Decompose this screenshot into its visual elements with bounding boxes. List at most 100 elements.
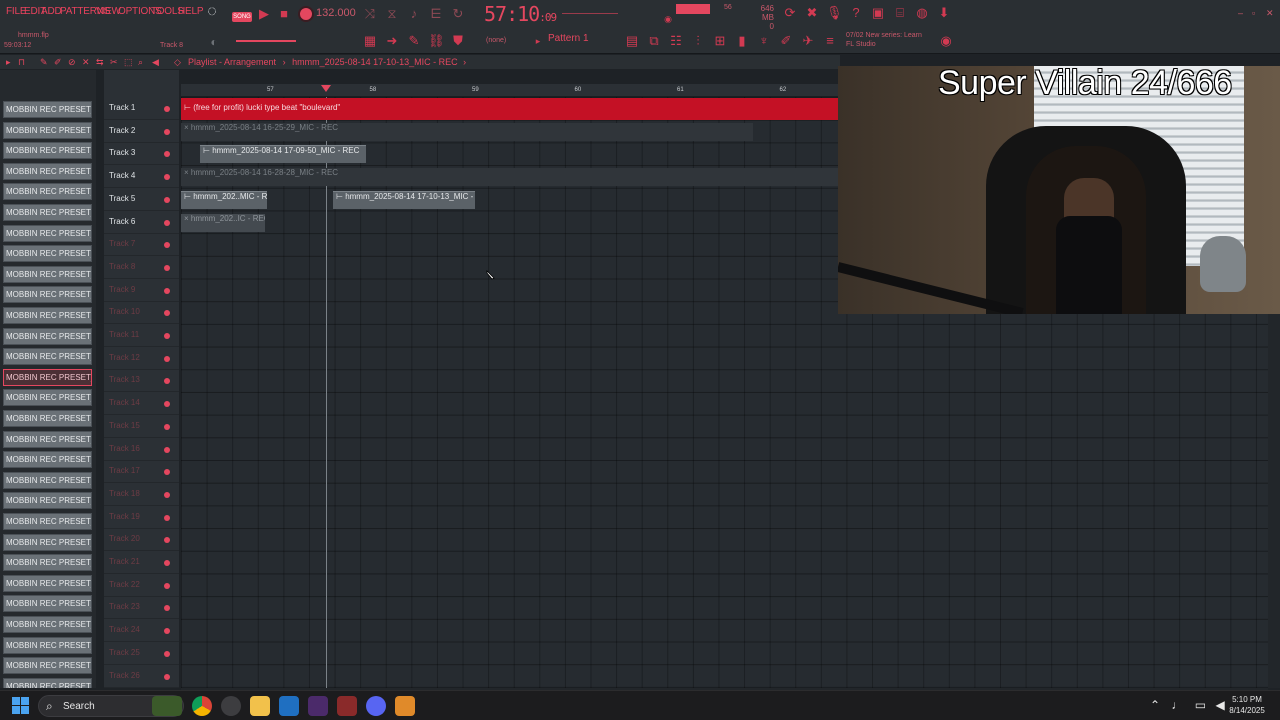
clip-track4[interactable]: × hmmm_2025-08-14 16-28-28_MIC - REC xyxy=(181,168,838,186)
tray-display-icon[interactable]: ▭ xyxy=(1195,698,1206,712)
track-header[interactable]: Track 17 xyxy=(104,461,179,484)
pattern-selector[interactable]: Pattern 1 xyxy=(548,33,606,47)
picker-item[interactable]: MOBBIN REC PRESET_202... xyxy=(3,554,92,572)
picker-item[interactable]: MOBBIN REC PRESET_202... xyxy=(3,636,92,654)
pattern-prev-icon[interactable]: ▸ xyxy=(530,34,546,48)
track-mute-led[interactable] xyxy=(164,128,170,135)
picker-item[interactable]: MOBBIN REC PRESET_202... xyxy=(3,162,92,180)
system-tray[interactable]: ⌃ ♩ ▭ ◀ xyxy=(1150,698,1225,712)
track-mute-led[interactable] xyxy=(164,151,170,158)
track-mute-led[interactable] xyxy=(164,333,170,339)
slice-tool-icon[interactable]: ✂ xyxy=(110,57,118,68)
plug-icon[interactable]: ♆ xyxy=(756,34,772,48)
tray-mic-icon[interactable]: ♩ xyxy=(1171,698,1183,712)
track-header[interactable]: Track 25 xyxy=(104,643,179,665)
track-header[interactable]: Track 12 xyxy=(104,348,179,370)
picker-item[interactable]: MOBBIN REC PRESET_202... xyxy=(3,265,92,283)
discord-icon[interactable] xyxy=(366,696,386,716)
arrow-tool-icon[interactable]: ➜ xyxy=(384,34,400,48)
master-pitch-icon[interactable]: ◉ xyxy=(660,12,676,26)
close-icon[interactable]: ✖ xyxy=(804,6,820,20)
track-mute-led[interactable] xyxy=(164,605,170,612)
taskbar-clock[interactable]: 5:10 PM 8/14/2025 xyxy=(1222,694,1272,716)
track-header[interactable]: Track 4 xyxy=(104,166,179,189)
position-slider[interactable] xyxy=(562,13,618,14)
track-header[interactable]: Track 3 xyxy=(104,143,179,166)
picker-item[interactable]: MOBBIN REC PRESET_202... xyxy=(3,492,92,510)
track-mute-led[interactable] xyxy=(164,446,170,453)
obs-icon[interactable] xyxy=(221,696,241,716)
picker-item[interactable]: MOBBIN REC PRESET_202... xyxy=(3,451,92,469)
track-mute-led[interactable] xyxy=(164,242,170,249)
loop-record-icon[interactable]: ↻ xyxy=(450,7,466,21)
picker-item[interactable]: MOBBIN REC PRESET_202... xyxy=(3,657,92,675)
clip-track5-a[interactable]: ⊢ hmmm_202..MIC - REC xyxy=(181,191,267,209)
track-header[interactable]: Track 8 xyxy=(104,257,179,279)
song-position-display[interactable]: 57:10:09 xyxy=(484,2,557,26)
clip-track6[interactable]: × hmmm_202..IC - REC xyxy=(181,214,265,232)
track-mute-led[interactable] xyxy=(164,355,170,362)
track-header[interactable]: Track 23 xyxy=(104,597,179,620)
picker-item[interactable]: MOBBIN REC PRESET_202... xyxy=(3,616,92,633)
picker-item[interactable]: MOBBIN REC PRESET_202... xyxy=(3,513,92,530)
paint-tool-icon[interactable]: ✐ xyxy=(54,57,62,68)
track-mute-led[interactable] xyxy=(164,582,170,589)
picker-item[interactable]: MOBBIN REC PRESET_202... xyxy=(3,121,92,139)
track-mute-led[interactable] xyxy=(164,287,170,294)
track-mute-led[interactable] xyxy=(164,469,170,476)
save-icon[interactable]: ▣ xyxy=(870,6,886,20)
search-highlight-icon[interactable] xyxy=(152,696,182,716)
track-header[interactable]: Track 7 xyxy=(104,234,179,257)
mute-tool-icon[interactable]: ✕ xyxy=(82,57,90,68)
picker-item[interactable]: MOBBIN REC PRESET_202... xyxy=(3,245,92,263)
undo-history-icon[interactable]: ⟳ xyxy=(782,6,798,20)
faders-icon[interactable]: ⫶ xyxy=(690,34,706,48)
track-header[interactable]: Track 13 xyxy=(104,370,179,393)
menu-add[interactable]: ADD xyxy=(41,6,62,17)
track-header[interactable]: Track 2 xyxy=(104,121,179,143)
track-header[interactable]: Track 14 xyxy=(104,393,179,416)
countdown-icon[interactable]: ♪ xyxy=(406,7,422,21)
window-close-icon[interactable]: ✕ xyxy=(1266,8,1274,19)
metronome-icon[interactable]: ⤨ xyxy=(362,7,378,21)
master-volume-knob-icon[interactable]: ◐ xyxy=(206,35,222,49)
track-mute-led[interactable] xyxy=(164,196,170,203)
track-mute-led[interactable] xyxy=(164,491,170,498)
track-mute-led[interactable] xyxy=(164,673,170,680)
picker-item[interactable]: MOBBIN REC PRESET_202... xyxy=(3,471,92,489)
browser-icon[interactable]: ⊞ xyxy=(712,34,728,48)
track-mute-led[interactable] xyxy=(164,264,170,271)
delete-tool-icon[interactable]: ⊘ xyxy=(68,57,76,68)
picker-item[interactable]: MOBBIN REC PRESET_202... xyxy=(3,307,92,324)
track-mute-led[interactable] xyxy=(164,423,170,430)
link-icon[interactable]: ⛓ xyxy=(428,34,445,48)
clip-track5-b[interactable]: ⊢ hmmm_2025-08-14 17-10-13_MIC - REC xyxy=(333,191,475,209)
track-mute-led[interactable] xyxy=(164,106,170,112)
magnet-icon[interactable]: ⊓ xyxy=(18,57,25,68)
track-header[interactable]: Track 24 xyxy=(104,620,179,643)
picker-item[interactable]: MOBBIN REC PRESET_202... xyxy=(3,574,92,592)
picker-item[interactable]: MOBBIN REC PRESET_202... xyxy=(3,410,92,427)
timeline-ruler[interactable]: 57 58 59 60 61 62 xyxy=(181,84,841,97)
picker-item[interactable]: MOBBIN REC PRESET_202... xyxy=(3,595,92,613)
fl-logo-icon[interactable]: ◉ xyxy=(938,34,954,48)
picker-item[interactable]: MOBBIN REC PRESET_202... xyxy=(3,533,92,551)
picker-item[interactable]: MOBBIN REC PRESET_202... xyxy=(3,142,92,160)
next-icon[interactable] xyxy=(308,696,328,716)
track-header[interactable]: Track 10 xyxy=(104,302,179,325)
picker-item[interactable]: MOBBIN REC PRESET_202... xyxy=(3,286,92,304)
picker-item[interactable]: MOBBIN REC PRESET_202... xyxy=(3,327,92,345)
draw-tool-icon[interactable]: ✎ xyxy=(40,57,48,68)
tempo-display[interactable]: 132.000 xyxy=(316,7,356,19)
song-mode-button[interactable]: SONG xyxy=(232,12,252,22)
clip-track3[interactable]: ⊢ hmmm_2025-08-14 17-09-50_MIC - REC xyxy=(200,145,366,163)
arrangement-prev-icon[interactable]: ◇ xyxy=(174,57,181,68)
track-header[interactable]: Track 21 xyxy=(104,552,179,574)
track-mute-led[interactable] xyxy=(164,310,170,317)
track-header[interactable]: Track 11 xyxy=(104,325,179,347)
tray-chevron-icon[interactable]: ⌃ xyxy=(1150,698,1160,712)
help-icon[interactable]: ? xyxy=(848,6,864,20)
plugin-icon[interactable]: ⌸ xyxy=(892,6,908,20)
track-header[interactable]: Track 5 xyxy=(104,189,179,211)
menu-toggle-icon[interactable]: ≡ xyxy=(822,34,838,48)
